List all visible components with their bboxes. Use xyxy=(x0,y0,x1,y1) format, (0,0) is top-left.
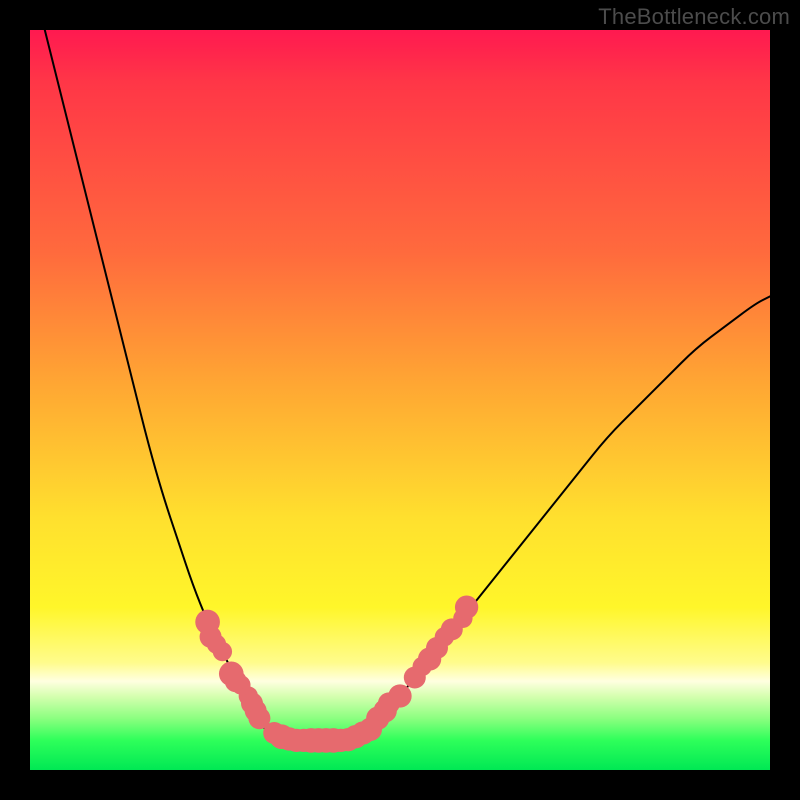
chart-frame: TheBottleneck.com xyxy=(0,0,800,800)
chart-svg xyxy=(30,30,770,770)
highlight-dot xyxy=(388,684,411,707)
highlight-dots xyxy=(195,596,478,753)
highlight-dot xyxy=(213,642,232,661)
bottleneck-curve xyxy=(45,30,770,740)
watermark-text: TheBottleneck.com xyxy=(598,4,790,30)
plot-area xyxy=(30,30,770,770)
curve-path xyxy=(45,30,770,740)
highlight-dot xyxy=(455,596,478,619)
